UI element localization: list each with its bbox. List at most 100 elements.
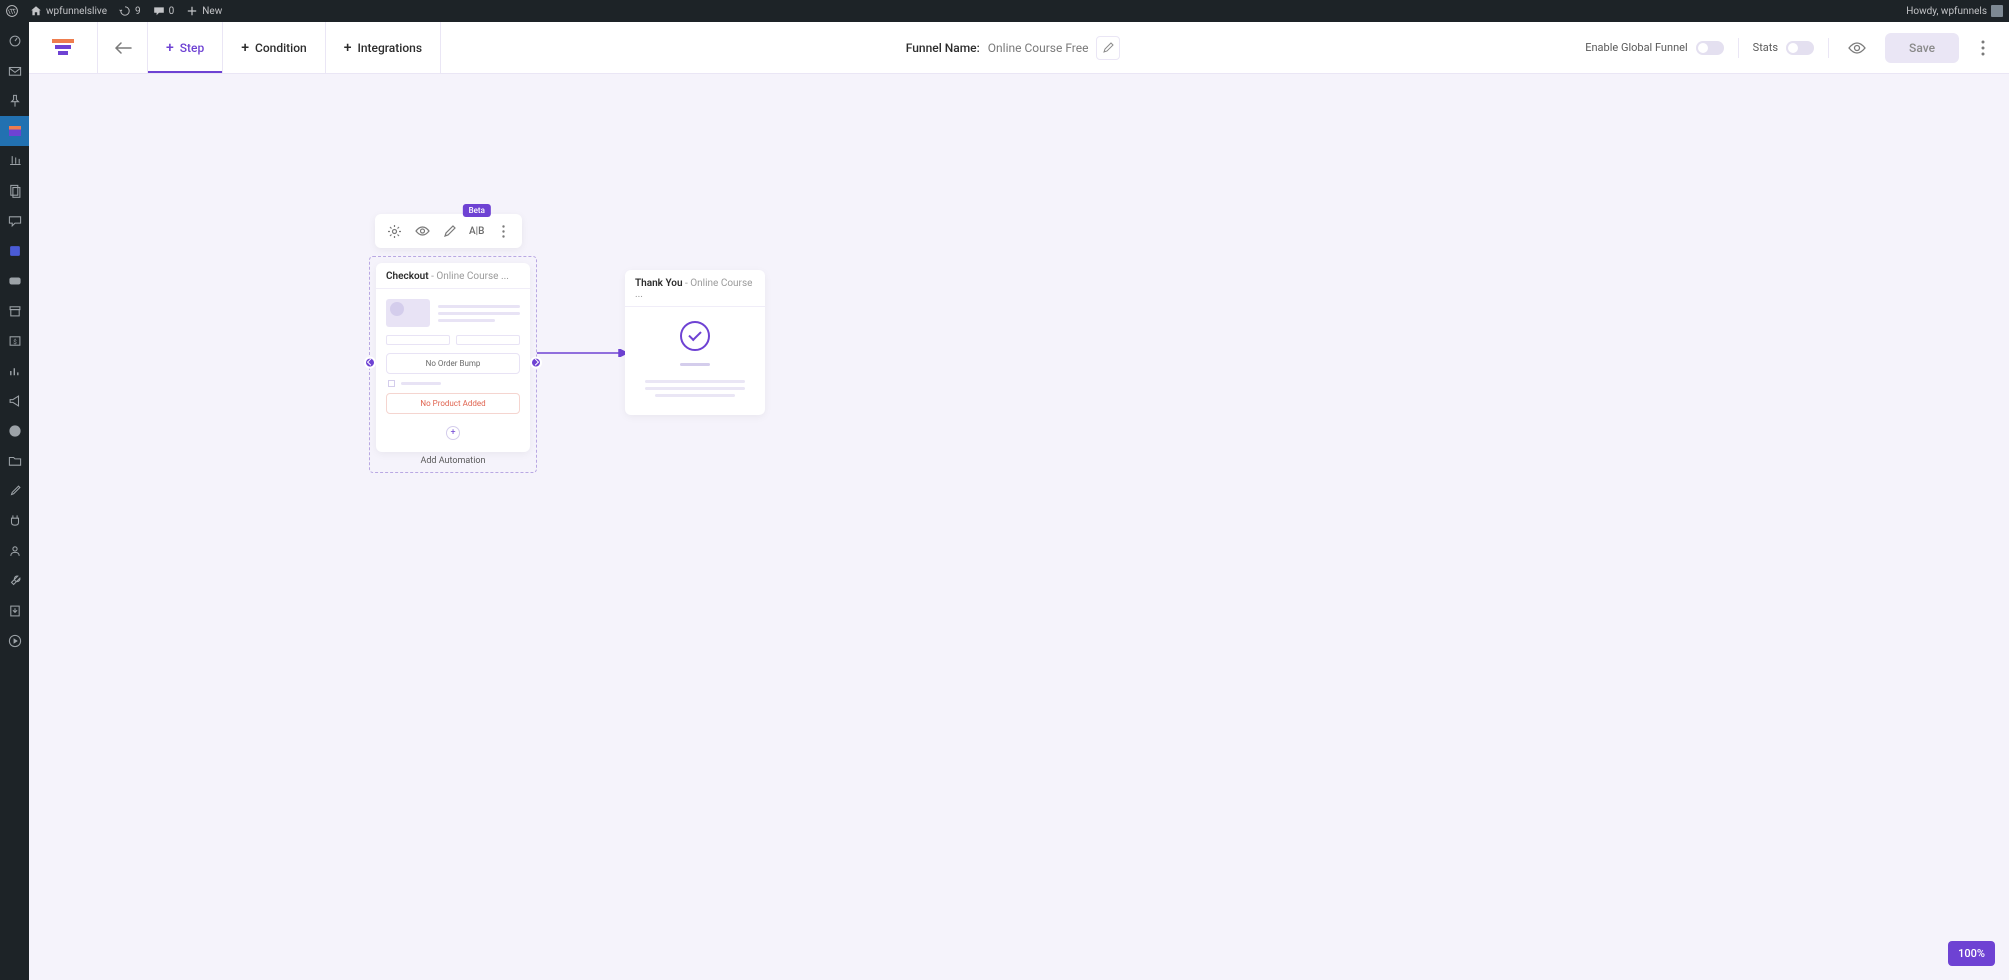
funnel-icon	[9, 126, 21, 136]
checkbox-icon	[388, 380, 395, 387]
wp-logo[interactable]	[6, 5, 18, 17]
side-pages[interactable]	[0, 176, 29, 206]
checkout-header: Checkout - Online Course ...	[376, 263, 530, 289]
side-tools[interactable]	[0, 566, 29, 596]
gear-icon	[388, 225, 401, 238]
side-play[interactable]	[0, 626, 29, 656]
side-elementor[interactable]	[0, 416, 29, 446]
new-content[interactable]: New	[186, 5, 222, 17]
side-marketing[interactable]	[0, 386, 29, 416]
save-label: Save	[1909, 41, 1935, 55]
greeting-text: Howdy, wpfunnels	[1906, 6, 1987, 17]
checkbox-placeholder	[386, 380, 520, 387]
add-automation-label: Add Automation	[376, 456, 530, 466]
chart-icon	[8, 364, 22, 378]
thankyou-header: Thank You - Online Course ...	[625, 270, 765, 307]
side-archive[interactable]	[0, 296, 29, 326]
side-users[interactable]	[0, 536, 29, 566]
side-money[interactable]: $	[0, 326, 29, 356]
side-funnels[interactable]	[0, 116, 29, 146]
plus-icon: +	[344, 40, 352, 56]
side-files[interactable]	[0, 446, 29, 476]
side-import[interactable]	[0, 596, 29, 626]
node-edit-button[interactable]	[437, 218, 463, 244]
more-button[interactable]	[1973, 40, 1993, 56]
side-pin[interactable]	[0, 86, 29, 116]
node-more-button[interactable]	[490, 218, 516, 244]
output-port[interactable]	[530, 356, 542, 368]
funnel-name-value: Online Course Free	[988, 41, 1089, 55]
avatar-icon	[1991, 5, 2003, 17]
side-analytics[interactable]	[0, 356, 29, 386]
comment-icon	[153, 5, 165, 17]
plus-icon: +	[166, 40, 174, 56]
product-status: No Product Added	[386, 393, 520, 414]
back-button[interactable]	[98, 22, 148, 73]
archive-icon	[8, 304, 22, 318]
tab-integrations-label: Integrations	[357, 41, 422, 55]
folder-icon	[8, 454, 22, 468]
side-media[interactable]	[0, 146, 29, 176]
site-home[interactable]: wpfunnelslive	[30, 5, 107, 17]
stats-toggle[interactable]	[1786, 41, 1814, 55]
node-settings-button[interactable]	[381, 218, 407, 244]
updates[interactable]: 9	[119, 5, 141, 17]
side-woo[interactable]	[0, 266, 29, 296]
comments[interactable]: 0	[153, 5, 175, 17]
placeholder-line	[680, 363, 710, 366]
box-icon	[8, 244, 22, 258]
add-automation-button[interactable]: +	[446, 426, 460, 440]
side-plugin1[interactable]	[0, 236, 29, 266]
eye-icon	[1848, 42, 1866, 54]
updates-count: 9	[135, 6, 141, 17]
field-placeholder	[456, 335, 520, 345]
editor-toolbar: + Step + Condition + Integrations Funnel…	[29, 22, 2009, 74]
import-icon	[8, 604, 22, 618]
side-plugins2[interactable]	[0, 506, 29, 536]
zoom-indicator[interactable]: 100%	[1948, 941, 1995, 966]
funnel-logo-icon	[52, 39, 74, 57]
side-appearance[interactable]	[0, 476, 29, 506]
divider	[1738, 38, 1739, 58]
app-logo[interactable]	[29, 22, 98, 73]
field-placeholders	[386, 335, 520, 345]
elementor-icon	[8, 424, 22, 438]
plugin-icon	[8, 514, 22, 528]
checkout-node[interactable]: Checkout - Online Course ... No Order Bu…	[369, 256, 537, 473]
thankyou-preview	[625, 307, 765, 415]
funnel-canvas[interactable]: Beta A|B Checkout - Online Course ...	[29, 74, 2009, 980]
media-icon	[8, 154, 22, 168]
checkout-subtitle: - Online Course ...	[429, 271, 509, 282]
pin-icon	[8, 94, 22, 108]
brush-icon	[8, 484, 22, 498]
user-greeting[interactable]: Howdy, wpfunnels	[1906, 5, 2003, 17]
global-funnel-toggle[interactable]	[1696, 41, 1724, 55]
home-icon	[30, 5, 42, 17]
side-comments[interactable]	[0, 206, 29, 236]
wp-side-menu: $	[0, 22, 29, 980]
thankyou-title: Thank You	[635, 278, 683, 289]
side-mail[interactable]	[0, 56, 29, 86]
refresh-icon	[119, 5, 131, 17]
new-label: New	[202, 6, 222, 17]
ab-test-button[interactable]: Beta A|B	[465, 226, 488, 237]
tab-integrations[interactable]: + Integrations	[326, 22, 441, 73]
funnel-name-section: Funnel Name: Online Course Free	[441, 36, 1585, 60]
thankyou-node[interactable]: Thank You - Online Course ...	[625, 270, 765, 415]
edit-name-button[interactable]	[1096, 36, 1120, 60]
chat-icon	[8, 214, 22, 228]
zoom-value: 100%	[1958, 947, 1985, 960]
divider	[1828, 38, 1829, 58]
side-dashboard[interactable]	[0, 26, 29, 56]
save-button[interactable]: Save	[1885, 33, 1959, 63]
dots-vertical-icon	[502, 225, 505, 238]
placeholder-line	[438, 305, 520, 308]
node-preview-button[interactable]	[409, 218, 435, 244]
tab-condition[interactable]: + Condition	[223, 22, 325, 73]
placeholder-line	[438, 319, 495, 322]
preview-button[interactable]	[1843, 34, 1871, 62]
input-port[interactable]	[364, 356, 376, 368]
placeholder-line	[645, 387, 745, 390]
plus-icon	[186, 5, 198, 17]
tab-step[interactable]: + Step	[148, 22, 223, 73]
